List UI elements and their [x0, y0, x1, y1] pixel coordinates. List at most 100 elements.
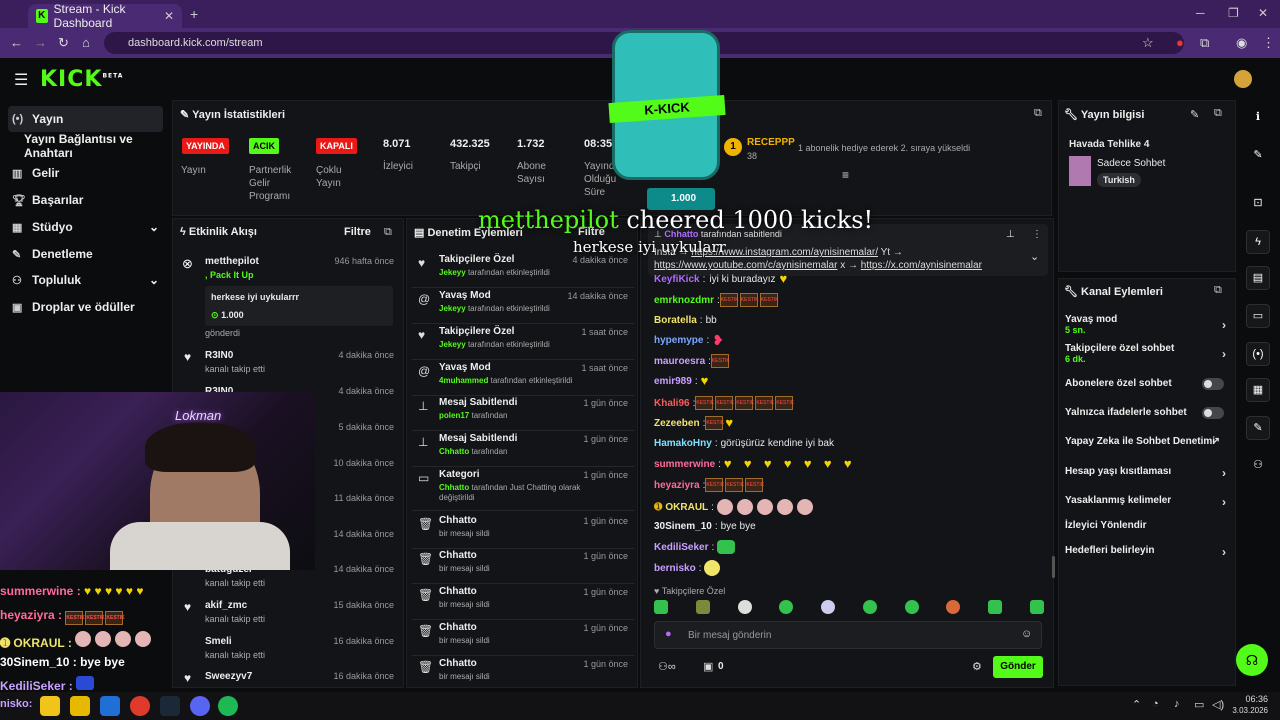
followers-only-action[interactable]: Takipçilere özel sohbet 6 dk. ›: [1065, 343, 1230, 367]
forward-icon[interactable]: →: [34, 35, 47, 50]
stream-category[interactable]: Sadece Sohbet: [1097, 158, 1165, 169]
microphone-icon[interactable]: ●: [665, 628, 672, 640]
chat-username[interactable]: summerwine: [654, 459, 715, 470]
file-explorer-icon[interactable]: [70, 696, 90, 716]
mod-user[interactable]: polen17: [439, 411, 469, 420]
activity-user[interactable]: akif_zmc: [205, 600, 247, 611]
wrench-icon[interactable]: ✎: [1246, 416, 1270, 440]
chat-username[interactable]: KeyfiKick: [654, 274, 700, 285]
kick-logo[interactable]: KICKBETA: [40, 67, 123, 92]
steam-icon[interactable]: [160, 696, 180, 716]
emote-icon[interactable]: [1029, 600, 1044, 614]
unpin-icon[interactable]: ⊥: [1006, 229, 1015, 240]
emote-icon[interactable]: [695, 600, 710, 614]
activity-user[interactable]: metthepilot: [205, 256, 259, 267]
emote-only-toggle[interactable]: [1202, 407, 1224, 419]
user-avatar[interactable]: [1234, 70, 1252, 88]
ai-moderation-action[interactable]: Yapay Zeka ile Sohbet Denetimi ↗: [1065, 436, 1230, 450]
back-icon[interactable]: ←: [10, 35, 23, 50]
mod-user[interactable]: Jekeyy: [439, 304, 466, 313]
clock-time[interactable]: 06:36: [1236, 694, 1268, 704]
reload-icon[interactable]: ↻: [58, 35, 69, 51]
emote-icon[interactable]: [821, 600, 836, 614]
banned-words-action[interactable]: Yasaklanmış kelimeler ›: [1065, 495, 1230, 509]
mod-user[interactable]: Chhatto: [439, 447, 469, 456]
tray-app-icon[interactable]: ◔: [1152, 698, 1159, 710]
raid-action[interactable]: İzleyici Yönlendir: [1065, 520, 1230, 534]
pinned-link-youtube[interactable]: https://www.youtube.com/c/aynisinemalar: [654, 260, 837, 271]
edit-icon[interactable]: ✎: [1190, 108, 1199, 121]
account-age-action[interactable]: Hesap yaşı kısıtlaması ›: [1065, 466, 1230, 480]
gear-icon[interactable]: ⚙: [972, 660, 982, 673]
broadcast-icon[interactable]: (•): [1246, 342, 1270, 366]
emote-icon[interactable]: [904, 600, 919, 614]
activity-user[interactable]: Sweezyv7: [205, 671, 252, 682]
minimize-icon[interactable]: ─: [1196, 6, 1205, 20]
chat-username[interactable]: hypemype: [654, 335, 703, 346]
chat-username[interactable]: emrknozdmr: [654, 295, 714, 306]
home-icon[interactable]: ⌂: [82, 35, 90, 50]
close-tab-icon[interactable]: ✕: [164, 9, 174, 23]
send-button[interactable]: Gönder: [993, 656, 1043, 678]
network-icon[interactable]: ▭: [1194, 698, 1204, 711]
activity-filter-button[interactable]: Filtre: [344, 226, 371, 238]
community-icon[interactable]: ⚇∞: [658, 660, 676, 673]
chat-username[interactable]: KediliSeker: [654, 542, 708, 553]
extensions-puzzle-icon[interactable]: ⧉: [1200, 35, 1209, 51]
mod-user[interactable]: Jekeyy: [439, 340, 466, 349]
bookmark-star-icon[interactable]: ☆: [1142, 35, 1154, 51]
emote-icon[interactable]: [988, 600, 1003, 614]
taskbar-app-icon[interactable]: [40, 696, 60, 716]
new-tab-icon[interactable]: +: [190, 6, 198, 22]
microphone-icon[interactable]: ♪: [1174, 698, 1180, 710]
clock-date[interactable]: 3.03.2026: [1226, 706, 1268, 715]
discord-icon[interactable]: [190, 696, 210, 716]
sidebar-item-drops[interactable]: ▣ Droplar ve ödüller: [8, 294, 163, 320]
chat-username[interactable]: Khali96: [654, 398, 690, 409]
emoji-icon[interactable]: ☺: [1021, 628, 1032, 640]
sidebar-item-community[interactable]: ⚇ Topluluk ⌄: [8, 267, 163, 293]
chat-username[interactable]: Boratella: [654, 315, 697, 326]
volume-icon[interactable]: ◁): [1212, 698, 1224, 711]
info-icon[interactable]: ℹ: [1246, 106, 1270, 130]
spotify-icon[interactable]: [218, 696, 238, 716]
popout-icon[interactable]: ⧉: [1214, 284, 1222, 297]
mod-user[interactable]: Jekeyy: [439, 268, 466, 277]
tray-chevron-icon[interactable]: ⌃: [1132, 698, 1141, 711]
emote-icon[interactable]: [779, 600, 794, 614]
subscribers-only-toggle[interactable]: [1202, 378, 1224, 390]
gift-icon[interactable]: ▣: [703, 660, 713, 673]
profile-avatar[interactable]: ◉: [1236, 35, 1247, 51]
sidebar-item-studio[interactable]: ▦ Stüdyo ⌄: [8, 214, 163, 240]
sidebar-item-stream[interactable]: (•) Yayın: [8, 106, 163, 132]
focus-icon[interactable]: ⊡: [1246, 192, 1270, 216]
sidebar-item-achievements[interactable]: 🏆︎ Başarılar: [8, 187, 163, 213]
emote-icon[interactable]: [862, 600, 877, 614]
sidebar-item-moderation[interactable]: ✎ Denetleme: [8, 241, 163, 267]
emote-icon[interactable]: [654, 600, 668, 614]
stream-info-icon[interactable]: ▦: [1246, 378, 1270, 402]
chat-username[interactable]: heyaziyra: [654, 480, 700, 491]
chat-username[interactable]: OKRAUL: [665, 502, 708, 513]
close-window-icon[interactable]: ✕: [1258, 6, 1268, 20]
help-button[interactable]: ☊: [1236, 644, 1268, 676]
chevron-down-icon[interactable]: ⌄: [1030, 250, 1039, 263]
chat-icon[interactable]: ▭: [1246, 304, 1270, 328]
popout-icon[interactable]: ⧉: [1034, 107, 1042, 120]
pinned-menu-icon[interactable]: ⋮: [1032, 229, 1042, 240]
chat-scrollbar[interactable]: [1052, 556, 1055, 578]
chat-username[interactable]: mauroesra: [654, 356, 705, 367]
pinned-link-x[interactable]: https://x.com/aynisinemalar: [861, 260, 982, 271]
edit-icon[interactable]: ✎: [1246, 144, 1270, 168]
collapse-icon[interactable]: ≡: [842, 168, 849, 182]
browser-tab[interactable]: K Stream - Kick Dashboard ✕: [28, 2, 182, 30]
outlook-icon[interactable]: [100, 696, 120, 716]
chat-username[interactable]: Zezeeben: [654, 418, 700, 429]
mod-user[interactable]: 4muhammed: [439, 376, 488, 385]
chat-username[interactable]: 30Sinem_10: [654, 521, 712, 532]
emote-icon[interactable]: [946, 600, 961, 614]
sidebar-item-revenue[interactable]: ▥ Gelir: [8, 160, 163, 186]
community-icon[interactable]: ⚇: [1246, 454, 1270, 478]
set-goals-action[interactable]: Hedefleri belirleyin ›: [1065, 545, 1230, 559]
popout-icon[interactable]: ⧉: [1214, 107, 1222, 120]
